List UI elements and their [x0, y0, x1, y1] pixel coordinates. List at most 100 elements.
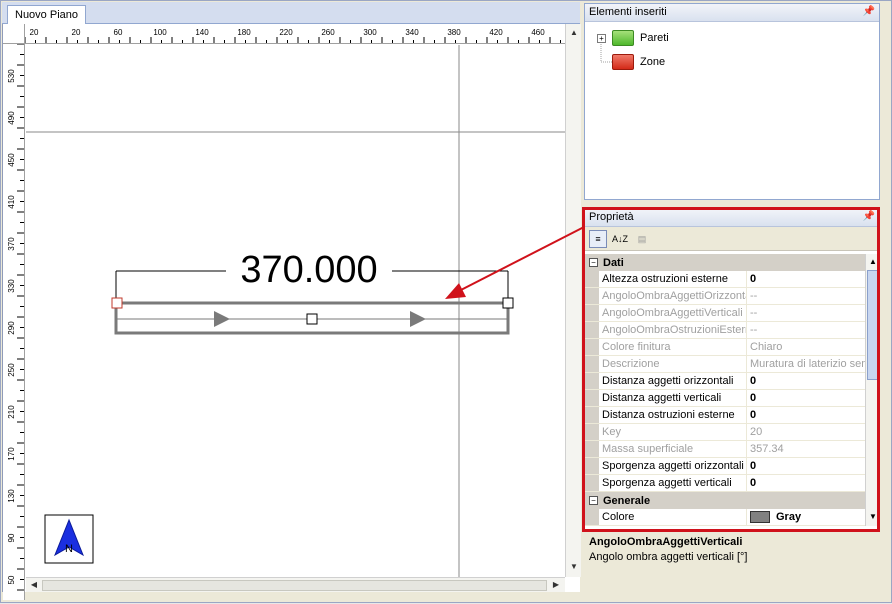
tree-item-zone[interactable]: Zone [612, 54, 665, 70]
ruler-tick-label: 370 [7, 237, 16, 251]
row-gutter [585, 288, 599, 304]
end-handle[interactable] [502, 297, 514, 309]
ruler-tick-label: 20 [72, 28, 81, 37]
property-value[interactable]: 357.34 [747, 441, 865, 457]
pin-icon[interactable]: 📌 [863, 6, 875, 17]
midpoint-handle[interactable] [306, 313, 318, 325]
property-key: Sporgenza aggetti orizzontali [599, 458, 747, 474]
property-value[interactable]: 20 [747, 424, 865, 440]
category-generale[interactable]: − Generale [585, 492, 865, 509]
description-text: Angolo ombra aggetti verticali [°] [589, 551, 748, 563]
property-value[interactable]: 0 [747, 271, 865, 287]
ruler-tick-label: 420 [489, 28, 503, 37]
category-dati[interactable]: − Dati [585, 254, 865, 271]
property-row[interactable]: Distanza ostruzioni esterne 0 [585, 407, 865, 424]
dimension-label: 370.000 [240, 249, 377, 291]
property-value[interactable]: 0 [747, 390, 865, 406]
row-gutter [585, 356, 599, 372]
folder-icon [612, 54, 634, 70]
document-tabstrip: Nuovo Piano [2, 2, 580, 25]
scroll-left-icon[interactable]: ◀ [27, 578, 41, 592]
ruler-tick-label: 250 [7, 363, 16, 377]
property-row[interactable]: Sporgenza aggetti orizzontali 0 [585, 458, 865, 475]
property-value[interactable]: -- [747, 288, 865, 304]
property-value[interactable]: Muratura di laterizio semi [747, 356, 865, 372]
category-label: Generale [603, 494, 651, 507]
app-window: Nuovo Piano 20 20 60 100 140 180 220 260 300 340 3… [0, 0, 892, 603]
scroll-down-icon[interactable]: ▼ [567, 560, 581, 574]
property-key: Key [599, 424, 747, 440]
property-value[interactable]: 0 [747, 373, 865, 389]
direction-arrow-icon [410, 311, 426, 327]
property-grid: − Dati Altezza ostruzioni esterne 0 Angolo… [585, 254, 865, 526]
description-title: AngoloOmbraAggettiVerticali [589, 536, 743, 548]
elements-panel: Elementi inseriti 📌 + Pareti Zone [584, 3, 880, 200]
property-value[interactable]: 0 [747, 475, 865, 491]
property-value[interactable]: Gray [747, 509, 865, 525]
start-handle[interactable] [111, 297, 123, 309]
property-row[interactable]: Sporgenza aggetti verticali 0 [585, 475, 865, 492]
ruler-tick-label: 130 [7, 489, 16, 503]
property-row[interactable]: Colore Gray [585, 509, 865, 526]
expand-icon[interactable]: + [597, 33, 606, 43]
property-row[interactable]: AngoloOmbraOstruzioniEsterne -- [585, 322, 865, 339]
color-value: Gray [776, 511, 802, 523]
scroll-right-icon[interactable]: ▶ [549, 578, 563, 592]
collapse-icon[interactable]: − [589, 496, 598, 505]
ruler-tick-label: 410 [7, 195, 16, 209]
ruler-tick-label: 210 [7, 405, 16, 419]
property-row[interactable]: AngoloOmbraAggettiVerticali -- [585, 305, 865, 322]
collapse-icon[interactable]: − [589, 258, 598, 267]
row-gutter [585, 424, 599, 440]
tab-nuovo-piano[interactable]: Nuovo Piano [7, 5, 86, 25]
categorized-view-button[interactable]: ≡ [589, 229, 607, 248]
property-row[interactable]: Colore finitura Chiaro [585, 339, 865, 356]
property-value[interactable]: Chiaro [747, 339, 865, 355]
property-grid-scroll-thumb[interactable] [867, 270, 879, 380]
property-grid-scrollbar[interactable]: ▲ ▼ [865, 254, 880, 526]
ruler-tick-label: 460 [531, 28, 545, 37]
property-row[interactable]: Key 20 [585, 424, 865, 441]
property-row[interactable]: Massa superficiale 357.34 [585, 441, 865, 458]
property-key: Sporgenza aggetti verticali [599, 475, 747, 491]
property-row[interactable]: Distanza aggetti verticali 0 [585, 390, 865, 407]
scroll-up-icon[interactable]: ▲ [567, 26, 581, 40]
north-arrow-icon: N [44, 514, 94, 564]
alphabetical-view-button[interactable]: A↓Z [611, 230, 629, 248]
row-gutter [585, 373, 599, 389]
property-key: Distanza aggetti orizzontali [599, 373, 747, 389]
property-row[interactable]: Descrizione Muratura di laterizio semi [585, 356, 865, 373]
row-gutter [585, 441, 599, 457]
property-value[interactable]: 0 [747, 458, 865, 474]
ruler-tick-label: 170 [7, 447, 16, 461]
scroll-up-icon[interactable]: ▲ [867, 255, 879, 268]
canvas-area: 20 20 60 100 140 180 220 260 300 340 380 420 460 530… [2, 24, 581, 600]
scroll-down-icon[interactable]: ▼ [867, 510, 879, 523]
color-swatch [750, 511, 770, 524]
direction-arrow-icon [214, 311, 230, 327]
vertical-scrollbar[interactable]: ▲ ▼ [565, 24, 581, 577]
property-key: AngoloOmbraAggettiVerticali [599, 305, 747, 321]
tree-item-pareti[interactable]: + Pareti [597, 30, 669, 46]
drawing-canvas[interactable]: 370.000 N [26, 45, 565, 577]
row-gutter [585, 407, 599, 423]
ruler-tick-label: 60 [114, 28, 123, 37]
property-key: Colore [599, 509, 747, 525]
property-key: Distanza ostruzioni esterne [599, 407, 747, 423]
property-value[interactable]: 0 [747, 407, 865, 423]
pin-icon[interactable]: 📌 [863, 211, 875, 222]
property-key: AngoloOmbraAggettiOrizzontali [599, 288, 747, 304]
row-gutter [585, 458, 599, 474]
row-gutter [585, 339, 599, 355]
horizontal-scroll-thumb[interactable] [42, 580, 547, 591]
property-row[interactable]: Altezza ostruzioni esterne 0 [585, 271, 865, 288]
property-row[interactable]: AngoloOmbraAggettiOrizzontali -- [585, 288, 865, 305]
property-value[interactable]: -- [747, 305, 865, 321]
property-row[interactable]: Distanza aggetti orizzontali 0 [585, 373, 865, 390]
wall-element[interactable] [111, 297, 514, 335]
properties-panel-header: Proprietà 📌 [585, 209, 879, 227]
horizontal-scrollbar[interactable]: ◀ ▶ [26, 577, 565, 592]
row-gutter [585, 475, 599, 491]
property-value[interactable]: -- [747, 322, 865, 338]
property-pages-button[interactable]: ▤ [633, 230, 651, 248]
